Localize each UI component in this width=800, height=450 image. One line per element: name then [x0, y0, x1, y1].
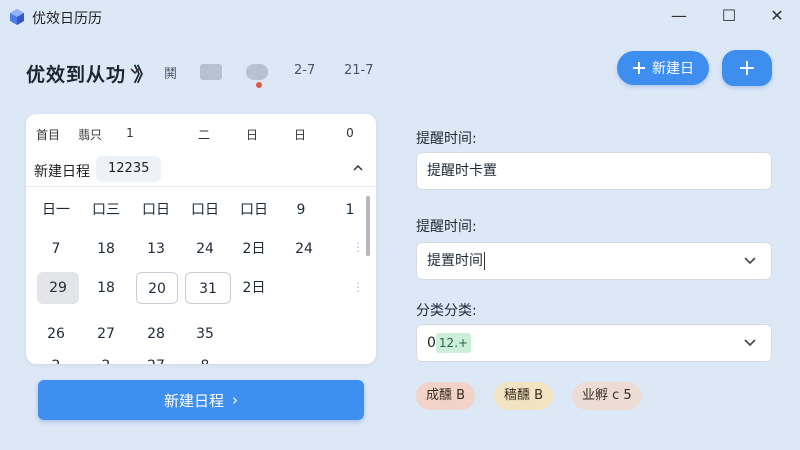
calendar-day[interactable]: 24 [283, 233, 325, 265]
category-tag[interactable]: 成醺 B [416, 382, 476, 410]
reminder-field-1[interactable]: 提醒时卡置 [416, 152, 772, 190]
toolbar-range-2[interactable]: 21-7 [344, 63, 374, 78]
text-cursor [484, 252, 485, 270]
divider [26, 186, 376, 187]
create-schedule-label: 新建日程 [163, 391, 224, 410]
calendar-day[interactable]: 28 [135, 318, 177, 350]
calendar-day[interactable]: 口三 [85, 194, 127, 226]
calendar-day[interactable]: 8 [184, 350, 226, 364]
calendar-scrollbar[interactable] [366, 196, 370, 256]
calendar-header: 首目 翡只 1 二 日 日 0 [26, 126, 376, 146]
cloud-icon[interactable] [246, 64, 268, 80]
chevron-down-icon[interactable] [128, 64, 142, 78]
calendar-day[interactable]: 口日 [184, 194, 226, 226]
plus-icon [633, 62, 645, 74]
calendar-day[interactable]: 20 [136, 272, 178, 304]
add-button[interactable]: + [722, 50, 772, 86]
calendar-day[interactable]: 2日 [233, 272, 275, 304]
category-tag[interactable]: 业孵 c 5 [572, 382, 642, 410]
minimize-icon: — [671, 5, 687, 25]
calendar-day[interactable]: 7 [35, 233, 77, 265]
schedule-row[interactable]: 新建日程 12235 [26, 154, 376, 186]
calendar-day[interactable]: 18 [85, 272, 127, 304]
minimize-button[interactable]: — [664, 4, 694, 26]
calendar-day[interactable]: 口日 [233, 194, 275, 226]
calendar-day[interactable]: 9 [280, 194, 322, 226]
calendar-day[interactable]: 27 [135, 350, 177, 364]
calendar-day[interactable]: 2日 [233, 233, 275, 265]
chevron-up-icon[interactable] [352, 162, 364, 174]
create-schedule-button[interactable]: 新建日程 › [38, 380, 364, 420]
reminder-label-1: 提醒时间: [416, 131, 477, 147]
calendar-day[interactable]: 13 [135, 233, 177, 265]
toolbar-item-view[interactable]: 鬨 [164, 63, 177, 82]
title-bar: 优效日历历 — ☐ ✕ [0, 0, 800, 32]
new-event-button[interactable]: 新建日 [617, 51, 709, 85]
schedule-label: 新建日程 [34, 164, 90, 180]
calendar-day[interactable]: 27 [85, 318, 127, 350]
more-dots-icon: ⋮ [352, 280, 364, 294]
calendar-day[interactable]: 日一 [35, 194, 77, 226]
maximize-icon: ☐ [721, 5, 737, 25]
calendar-header-cell: 二 [197, 128, 210, 142]
calendar-day-selected[interactable]: 29 [37, 272, 79, 304]
calendar-header-cell: 首目 [35, 128, 60, 142]
add-icon: + [737, 55, 757, 81]
calendar-header-cell: 0 [346, 126, 354, 140]
calendar-day[interactable]: 26 [35, 318, 77, 350]
calendar-header-cell: 1 [126, 126, 134, 140]
reminder-label-2: 提醒时间: [416, 219, 477, 235]
calendar-day[interactable]: 2 [35, 350, 77, 364]
category-select[interactable]: 0 12.+ [416, 324, 772, 362]
calendar-day[interactable]: 24 [184, 233, 226, 265]
chevron-right-icon: › [232, 391, 238, 409]
notification-dot [256, 82, 262, 88]
calendar-day[interactable]: 口日 [135, 194, 177, 226]
category-chip: 12.+ [435, 333, 472, 353]
maximize-button[interactable]: ☐ [714, 4, 744, 26]
window-title: 优效日历历 [32, 11, 102, 27]
close-button[interactable]: ✕ [762, 4, 792, 26]
schedule-chip[interactable]: 12235 [96, 156, 162, 182]
category-tag[interactable]: 穑醺 B [494, 382, 554, 410]
reminder-value-1: 提醒时卡置 [427, 163, 497, 179]
category-prefix: 0 [427, 335, 436, 351]
calendar-header-cell: 翡只 [77, 128, 102, 142]
truck-icon[interactable] [200, 64, 222, 80]
calendar-day[interactable]: 1 [329, 194, 371, 226]
toolbar-range-1[interactable]: 2-7 [294, 63, 315, 78]
calendar-header-cell: 日 [293, 128, 306, 142]
calendar-day[interactable]: 31 [185, 272, 231, 304]
chevron-down-icon [744, 257, 756, 265]
reminder-select-2[interactable]: 提置时间 [416, 242, 772, 280]
calendar-header-cell: 日 [245, 128, 258, 142]
calendar-day[interactable]: 18 [85, 233, 127, 265]
close-icon: ✕ [770, 5, 784, 25]
reminder-value-2: 提置时间 [427, 253, 483, 269]
category-label: 分类分类: [416, 303, 477, 319]
calendar-day[interactable]: 35 [184, 318, 226, 350]
chevron-down-icon [744, 339, 756, 347]
app-logo-icon [10, 9, 24, 25]
calendar-day[interactable]: 2 [85, 350, 127, 364]
more-dots-icon: ⋮ [352, 240, 364, 254]
calendar-card: 首目 翡只 1 二 日 日 0 新建日程 12235 日一 口三 口日 口日 口… [26, 114, 376, 364]
new-event-label: 新建日 [652, 61, 694, 77]
